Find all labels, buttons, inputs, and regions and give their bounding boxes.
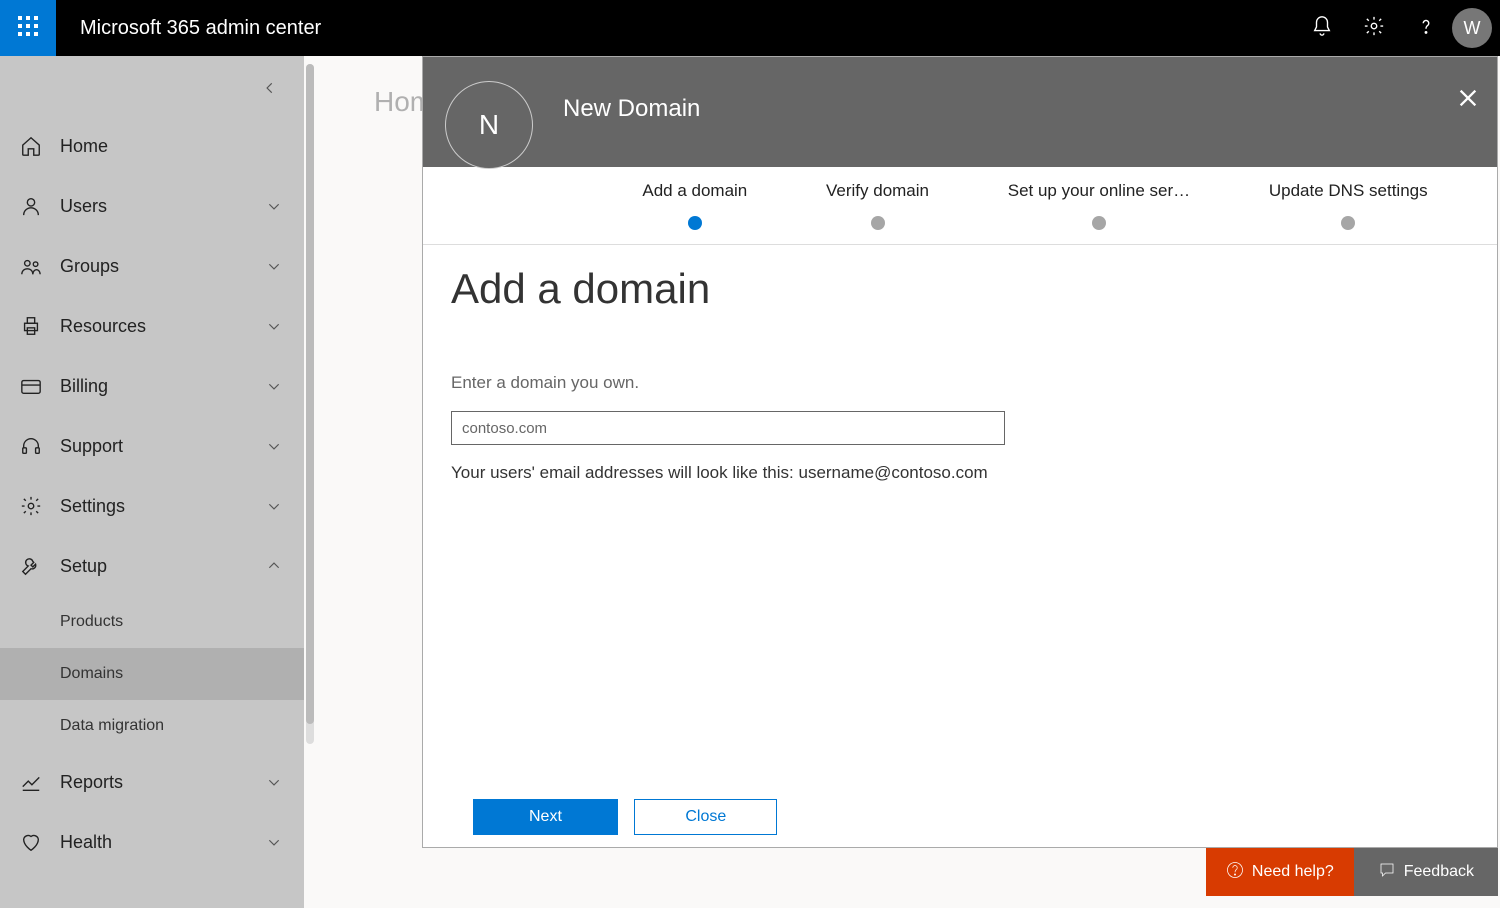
step-label: Set up your online ser… [1008,181,1190,201]
step-add-domain[interactable]: Add a domain [642,181,747,230]
sidebar: Home Users Groups Resources Billing Supp… [0,56,304,908]
waffle-icon [18,16,38,41]
notifications-button[interactable] [1296,0,1348,56]
panel-avatar: N [445,81,533,169]
sidebar-item-label: Data migration [60,717,164,735]
need-help-label: Need help? [1252,863,1334,881]
sidebar-collapse-button[interactable] [254,74,286,106]
sidebar-item-label: Products [60,613,123,631]
sidebar-item-label: Home [60,136,304,157]
sidebar-item-support[interactable]: Support [0,416,304,476]
wizard-steps: Add a domain Verify domain Set up your o… [423,167,1497,245]
avatar-initial: W [1464,18,1481,39]
sidebar-subitem-data-migration[interactable]: Data migration [0,700,304,752]
wrench-icon [18,553,44,579]
question-circle-icon [1226,861,1252,884]
sidebar-item-label: Billing [60,376,254,397]
chevron-left-icon [263,81,277,100]
next-button[interactable]: Next [473,799,618,835]
sidebar-item-label: Setup [60,556,254,577]
sidebar-subitem-domains[interactable]: Domains [0,648,304,700]
chart-icon [18,769,44,795]
sidebar-item-label: Users [60,196,254,217]
gear-icon [1363,15,1385,42]
heart-icon [18,829,44,855]
user-avatar[interactable]: W [1452,8,1492,48]
sidebar-scrollbar[interactable] [306,64,314,744]
chevron-down-icon [254,499,294,513]
panel-header: N New Domain [423,57,1497,167]
app-launcher-button[interactable] [0,0,56,56]
sidebar-item-label: Reports [60,772,254,793]
app-title: Microsoft 365 admin center [80,17,321,40]
sidebar-item-label: Resources [60,316,254,337]
card-icon [18,373,44,399]
step-dot [1092,216,1106,230]
feedback-button[interactable]: Feedback [1354,848,1498,896]
sidebar-item-label: Support [60,436,254,457]
question-icon [1415,15,1437,42]
domain-input[interactable] [451,411,1005,445]
step-label: Add a domain [642,181,747,201]
step-verify-domain[interactable]: Verify domain [826,181,929,230]
sidebar-subitem-products[interactable]: Products [0,596,304,648]
sidebar-item-setup[interactable]: Setup [0,536,304,596]
sidebar-item-home[interactable]: Home [0,116,304,176]
panel-close-button[interactable] [1457,87,1479,114]
close-icon [1457,96,1479,113]
chevron-up-icon [254,559,294,573]
chevron-down-icon [254,379,294,393]
sidebar-item-reports[interactable]: Reports [0,752,304,812]
sidebar-item-label: Domains [60,665,123,683]
sidebar-item-billing[interactable]: Billing [0,356,304,416]
panel-title: New Domain [563,95,700,123]
gear-icon [18,493,44,519]
sidebar-item-groups[interactable]: Groups [0,236,304,296]
domain-field-label: Enter a domain you own. [451,373,1469,393]
step-dot [871,216,885,230]
sidebar-item-label: Groups [60,256,254,277]
sidebar-item-label: Settings [60,496,254,517]
new-domain-panel: N New Domain Add a domain Verify domain … [422,56,1498,848]
sidebar-item-users[interactable]: Users [0,176,304,236]
panel-footer: Next Close [423,799,1497,847]
close-button[interactable]: Close [634,799,777,835]
sidebar-item-resources[interactable]: Resources [0,296,304,356]
panel-heading: Add a domain [451,265,1469,313]
chevron-down-icon [254,319,294,333]
headset-icon [18,433,44,459]
step-online-services[interactable]: Set up your online ser… [1008,181,1190,230]
step-update-dns[interactable]: Update DNS settings [1269,181,1428,230]
settings-button[interactable] [1348,0,1400,56]
step-dot [1341,216,1355,230]
chevron-down-icon [254,835,294,849]
panel-avatar-initial: N [479,109,499,141]
step-label: Update DNS settings [1269,181,1428,201]
sidebar-item-health[interactable]: Health [0,812,304,872]
scrollbar-thumb[interactable] [306,64,314,724]
bell-icon [1311,15,1333,42]
chevron-down-icon [254,439,294,453]
step-label: Verify domain [826,181,929,201]
feedback-label: Feedback [1404,863,1474,881]
step-dot [688,216,702,230]
chevron-down-icon [254,259,294,273]
sidebar-item-settings[interactable]: Settings [0,476,304,536]
user-icon [18,193,44,219]
chevron-down-icon [254,199,294,213]
chevron-down-icon [254,775,294,789]
domain-hint: Your users' email addresses will look li… [451,463,1469,483]
sidebar-item-label: Health [60,832,254,853]
help-button[interactable] [1400,0,1452,56]
printer-icon [18,313,44,339]
need-help-button[interactable]: Need help? [1206,848,1354,896]
home-icon [18,133,44,159]
speech-bubble-icon [1378,861,1404,884]
groups-icon [18,253,44,279]
panel-body: Add a domain Enter a domain you own. You… [423,245,1497,799]
